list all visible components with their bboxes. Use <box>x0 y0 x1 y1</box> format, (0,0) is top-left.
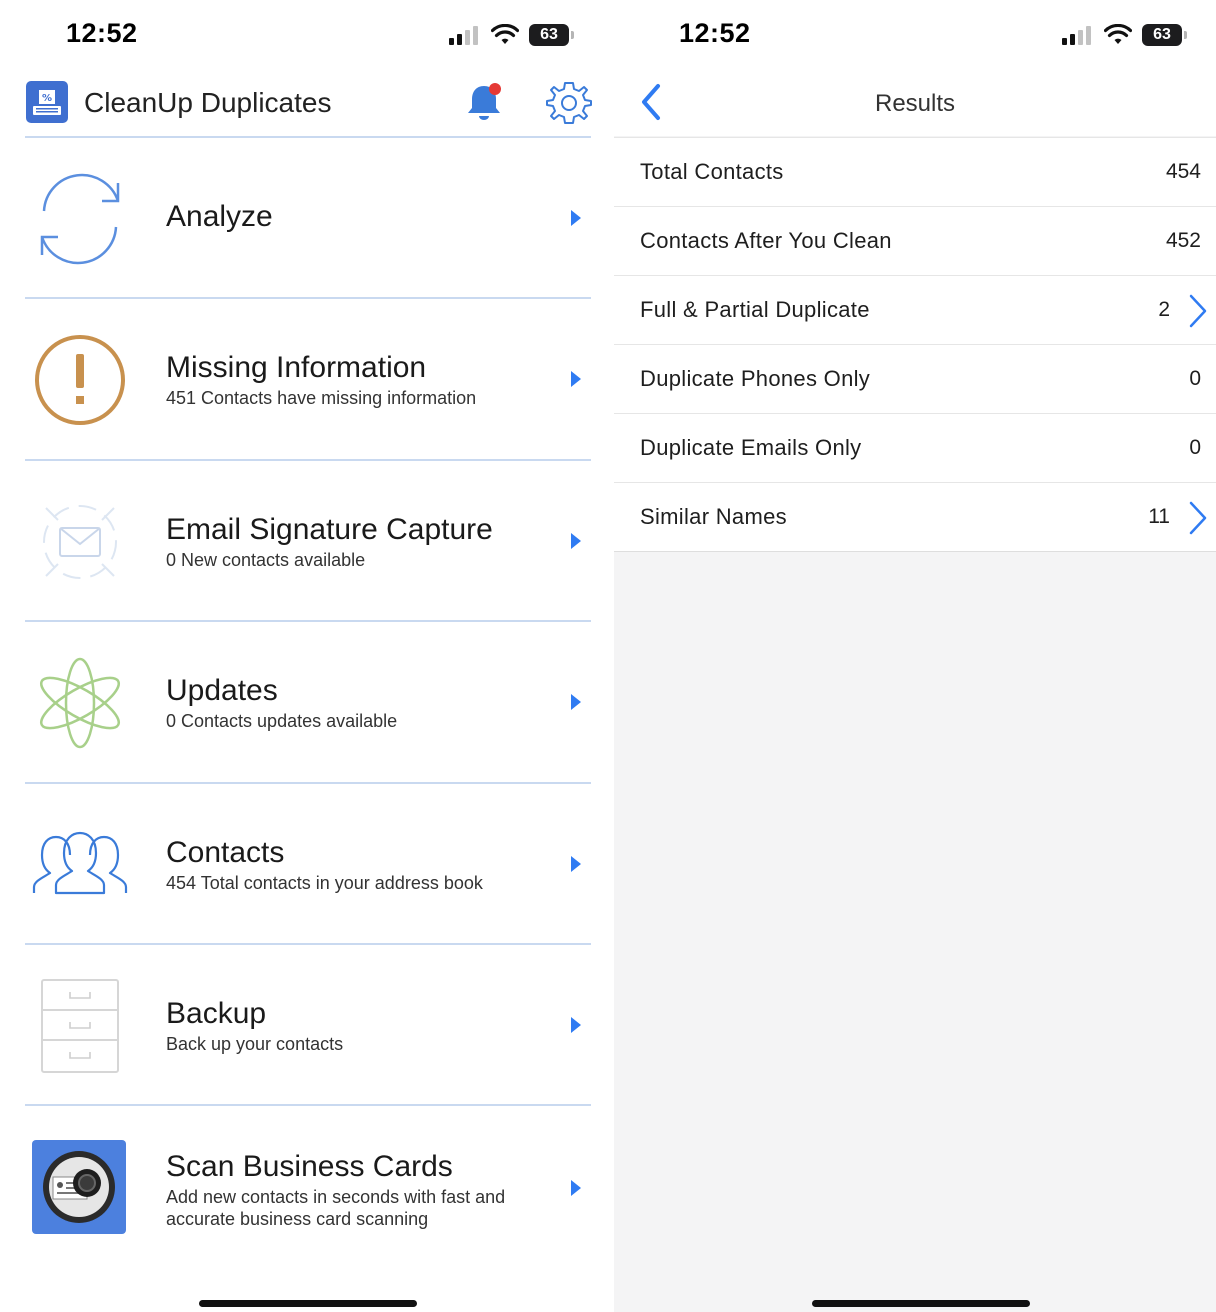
camera-card-icon <box>32 1140 126 1234</box>
home-indicator[interactable] <box>812 1300 1030 1307</box>
menu-text: Missing Information 451 Contacts have mi… <box>166 351 531 409</box>
result-row-duplicate-emails: Duplicate Emails Only 0 <box>614 414 1216 483</box>
menu-title: Contacts <box>166 836 285 869</box>
menu-item-contacts[interactable]: Contacts 454 Total contacts in your addr… <box>25 784 591 944</box>
result-label: Total Contacts <box>640 159 784 184</box>
menu-text: Contacts 454 Total contacts in your addr… <box>166 836 531 894</box>
notification-bell-icon[interactable] <box>462 80 506 124</box>
home-indicator[interactable] <box>199 1300 417 1307</box>
menu-subtitle: 0 Contacts updates available <box>166 711 398 731</box>
svg-text:%: % <box>42 93 52 104</box>
result-value: 0 <box>1189 436 1201 459</box>
menu-subtitle: Add new contacts in seconds with fast an… <box>166 1187 506 1229</box>
status-icons: 63 <box>1062 22 1187 48</box>
menu-text: Updates 0 Contacts updates available <box>166 674 531 732</box>
results-list: Total Contacts 454 Contacts After You Cl… <box>614 137 1216 552</box>
result-row-full-partial-duplicate[interactable]: Full & Partial Duplicate 2 <box>614 276 1216 345</box>
menu-item-missing-information[interactable]: Missing Information 451 Contacts have mi… <box>25 299 591 459</box>
exclamation-circle-icon <box>31 331 129 429</box>
status-bar: 12:52 63 <box>0 0 614 70</box>
menu-text: Backup Back up your contacts <box>166 997 531 1055</box>
app-logo-icon: % <box>26 81 68 123</box>
menu-subtitle: 451 Contacts have missing information <box>166 388 477 408</box>
status-time: 12:52 <box>679 18 751 48</box>
chevron-right-icon <box>571 371 581 387</box>
wifi-icon <box>491 24 519 44</box>
file-cabinet-icon <box>31 977 129 1075</box>
result-label: Similar Names <box>640 504 787 529</box>
menu-item-scan-business-cards[interactable]: Scan Business Cards Add new contacts in … <box>25 1106 591 1266</box>
cellular-signal-icon <box>449 26 478 45</box>
result-row-duplicate-phones: Duplicate Phones Only 0 <box>614 345 1216 414</box>
result-label: Full & Partial Duplicate <box>640 297 870 322</box>
result-row-total-contacts: Total Contacts 454 <box>614 138 1216 207</box>
menu-item-email-signature-capture[interactable]: Email Signature Capture 0 New contacts a… <box>25 461 591 621</box>
result-label: Duplicate Emails Only <box>640 435 862 460</box>
menu-subtitle: Back up your contacts <box>166 1034 344 1054</box>
chevron-right-icon <box>571 210 581 226</box>
menu-item-updates[interactable]: Updates 0 Contacts updates available <box>25 622 591 782</box>
result-value: 0 <box>1189 367 1201 390</box>
menu-text: Scan Business Cards Add new contacts in … <box>166 1150 531 1230</box>
menu-title: Email Signature Capture <box>166 513 493 546</box>
menu-text: Analyze <box>166 200 531 234</box>
menu-item-analyze[interactable]: Analyze <box>25 138 591 298</box>
home-screen: 12:52 63 % CleanUp Duplicates Analyze Mi… <box>0 0 614 1312</box>
chevron-right-icon <box>571 533 581 549</box>
navigation-bar: Results <box>614 70 1216 136</box>
app-title: CleanUp Duplicates <box>84 87 332 118</box>
result-label: Contacts After You Clean <box>640 228 892 253</box>
menu-title: Backup <box>166 997 267 1030</box>
result-value: 2 <box>1158 298 1170 321</box>
page-title: Results <box>874 90 956 117</box>
wifi-icon <box>1104 24 1132 44</box>
result-value: 452 <box>1165 229 1201 252</box>
status-icons: 63 <box>449 22 574 48</box>
menu-title: Scan Business Cards <box>166 1150 453 1183</box>
chevron-right-icon <box>1189 501 1207 535</box>
menu-title: Missing Information <box>166 351 427 384</box>
result-value: 11 <box>1148 505 1170 528</box>
chevron-right-icon <box>571 1180 581 1196</box>
chevron-right-icon <box>1189 294 1207 328</box>
result-row-similar-names[interactable]: Similar Names 11 <box>614 483 1216 552</box>
results-screen: 12:52 63 Results Total Contacts 454 Cont… <box>614 0 1216 1312</box>
atom-icon <box>31 654 129 752</box>
menu-subtitle: 454 Total contacts in your address book <box>166 873 483 893</box>
menu-title: Analyze <box>166 200 273 233</box>
people-group-icon <box>31 816 129 914</box>
status-bar: 12:52 63 <box>614 0 1216 70</box>
refresh-cycle-icon <box>31 170 129 268</box>
menu-title: Updates <box>166 674 278 707</box>
chevron-right-icon <box>571 856 581 872</box>
status-time: 12:52 <box>66 18 138 48</box>
menu-subtitle: 0 New contacts available <box>166 550 366 570</box>
cellular-signal-icon <box>1062 26 1091 45</box>
menu-text: Email Signature Capture 0 New contacts a… <box>166 513 531 571</box>
app-header: % CleanUp Duplicates <box>0 70 614 138</box>
menu-item-backup[interactable]: Backup Back up your contacts <box>25 945 591 1105</box>
settings-gear-icon[interactable] <box>546 80 592 124</box>
chevron-right-icon <box>571 1017 581 1033</box>
battery-icon: 63 <box>1142 24 1187 46</box>
result-value: 454 <box>1165 160 1201 183</box>
battery-icon: 63 <box>529 24 574 46</box>
result-row-contacts-after-clean: Contacts After You Clean 452 <box>614 207 1216 276</box>
envelope-target-icon <box>31 493 129 591</box>
result-label: Duplicate Phones Only <box>640 366 871 391</box>
chevron-right-icon <box>571 694 581 710</box>
